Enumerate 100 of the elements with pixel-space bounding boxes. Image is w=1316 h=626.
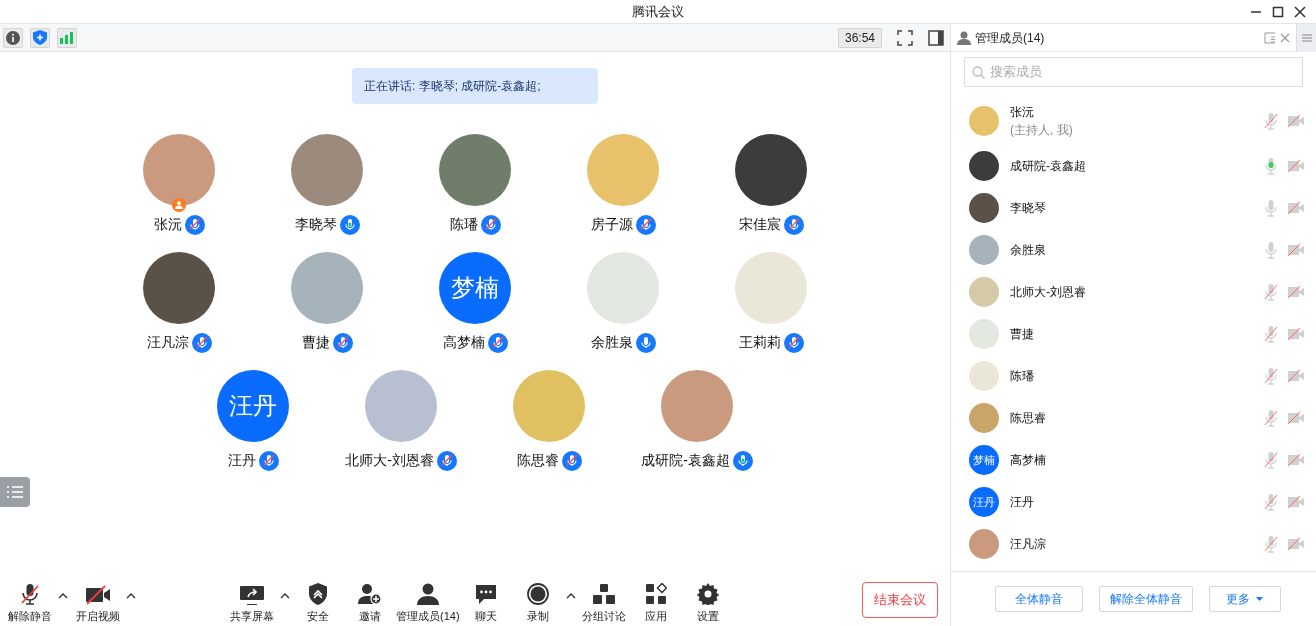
participant-name: 房子源 bbox=[590, 215, 633, 234]
member-name: 曹捷 bbox=[1010, 326, 1035, 343]
avatar-photo-placeholder bbox=[969, 235, 999, 265]
toolbar-button[interactable]: 共享屏幕 bbox=[226, 582, 278, 624]
mic-icon[interactable] bbox=[1264, 241, 1278, 259]
mic-muted-icon[interactable] bbox=[1264, 367, 1278, 385]
fullscreen-icon[interactable] bbox=[897, 29, 913, 46]
settings-icon bbox=[696, 582, 719, 605]
toolbar-button[interactable]: 解除静音 bbox=[4, 582, 56, 624]
search-input[interactable]: 搜索成员 bbox=[990, 62, 1295, 82]
toolbar-button[interactable]: 开启视频 bbox=[72, 582, 124, 624]
shield-icon[interactable] bbox=[30, 27, 50, 48]
avatar-photo-placeholder bbox=[969, 403, 999, 433]
menu-button[interactable] bbox=[1296, 23, 1316, 52]
caret-down-icon bbox=[1256, 597, 1263, 601]
video-off-icon[interactable] bbox=[1288, 454, 1304, 466]
close-icon[interactable] bbox=[1294, 6, 1306, 18]
member-row[interactable]: 汪凡淙 bbox=[951, 523, 1316, 565]
panel-button[interactable]: 解除全体静音 bbox=[1098, 586, 1193, 612]
toolbar-button[interactable]: 录制 bbox=[511, 582, 564, 624]
mic-muted-icon[interactable] bbox=[1264, 409, 1278, 427]
member-row[interactable]: 李晓琴 bbox=[951, 187, 1316, 229]
member-row[interactable]: 余胜泉 bbox=[951, 229, 1316, 271]
participant-name: 高梦楠 bbox=[442, 333, 485, 352]
member-name: 高梦楠 bbox=[1010, 452, 1047, 469]
caret-icon[interactable] bbox=[126, 592, 136, 599]
video-off-icon[interactable] bbox=[1288, 286, 1304, 298]
member-row[interactable]: 北师大-刘恩睿 bbox=[951, 271, 1316, 313]
mic-muted-icon[interactable] bbox=[1264, 112, 1278, 130]
video-off-icon[interactable] bbox=[1288, 202, 1304, 214]
mic-muted-icon[interactable] bbox=[1264, 325, 1278, 343]
mic-icon[interactable] bbox=[1264, 157, 1278, 175]
member-name: 陈思睿 bbox=[1010, 410, 1047, 427]
participant-name: 宋佳宸 bbox=[738, 215, 781, 234]
mic-muted-icon bbox=[19, 582, 41, 605]
avatar-photo-placeholder bbox=[969, 529, 999, 559]
mic-muted-icon[interactable] bbox=[1264, 493, 1278, 511]
panel-button[interactable]: 全体静音 bbox=[994, 586, 1083, 612]
video-off-icon bbox=[85, 584, 111, 605]
participant-name: 陈璠 bbox=[449, 215, 478, 234]
participant-name: 王莉莉 bbox=[738, 333, 781, 352]
caret-icon[interactable] bbox=[280, 592, 290, 599]
meeting-timer: 36:54 bbox=[837, 27, 882, 48]
video-off-icon[interactable] bbox=[1288, 160, 1304, 172]
member-name: 汪凡淙 bbox=[1010, 536, 1047, 553]
mic-muted-icon[interactable] bbox=[1264, 451, 1278, 469]
search-field[interactable]: 搜索成员 bbox=[964, 57, 1303, 87]
caret-icon[interactable] bbox=[565, 592, 576, 599]
toolbar-button[interactable]: 应用 bbox=[629, 582, 682, 624]
mic-muted-icon[interactable] bbox=[1264, 283, 1278, 301]
toolbar-button[interactable]: 设置 bbox=[681, 582, 734, 624]
member-row[interactable]: 陈璠 bbox=[951, 355, 1316, 397]
avatar-photo-placeholder bbox=[969, 151, 999, 181]
toolbar-button[interactable]: 聊天 bbox=[459, 582, 512, 624]
video-off-icon[interactable] bbox=[1288, 328, 1304, 340]
window-title: 腾讯会议 bbox=[632, 2, 684, 21]
video-off-icon[interactable] bbox=[1288, 496, 1304, 508]
sidebar-toggle-icon[interactable] bbox=[928, 29, 944, 46]
member-name: 成研院-袁鑫超 bbox=[1010, 158, 1087, 175]
list-icon bbox=[7, 486, 23, 498]
member-name: 张沅 bbox=[1010, 104, 1035, 121]
toolbar-button[interactable]: 安全 bbox=[292, 582, 344, 624]
invite-user-icon bbox=[358, 582, 382, 605]
member-row[interactable]: 张沅 (主持人, 我) bbox=[951, 97, 1316, 145]
toolbar-button[interactable]: 邀请 bbox=[344, 582, 396, 624]
maximize-icon[interactable] bbox=[1272, 6, 1284, 18]
end-meeting-button[interactable]: 结束会议 bbox=[862, 582, 938, 618]
info-icon[interactable] bbox=[3, 27, 23, 48]
caret-icon[interactable] bbox=[58, 592, 68, 599]
video-off-icon[interactable] bbox=[1288, 244, 1304, 256]
video-off-icon[interactable] bbox=[1288, 115, 1304, 127]
participant-name: 陈思睿 bbox=[516, 451, 559, 470]
member-name: 汪丹 bbox=[1010, 494, 1035, 511]
participant-name: 北师大-刘恩睿 bbox=[345, 451, 434, 470]
toolbar-button[interactable]: 分组讨论 bbox=[577, 582, 630, 624]
popout-icon[interactable] bbox=[1264, 31, 1276, 44]
mic-muted-icon[interactable] bbox=[1264, 535, 1278, 553]
video-off-icon[interactable] bbox=[1288, 412, 1304, 424]
member-row[interactable]: 陈思睿 bbox=[951, 397, 1316, 439]
list-view-button[interactable] bbox=[0, 477, 30, 507]
avatar-photo-placeholder bbox=[969, 193, 999, 223]
member-row[interactable]: 曹捷 bbox=[951, 313, 1316, 355]
panel-title: 管理成员(14) bbox=[975, 29, 1045, 47]
video-off-icon[interactable] bbox=[1288, 538, 1304, 550]
chat-icon bbox=[474, 582, 497, 605]
signal-icon[interactable] bbox=[57, 27, 77, 48]
member-name: 北师大-刘恩睿 bbox=[1010, 284, 1087, 301]
search-icon bbox=[972, 65, 985, 79]
avatar-photo-placeholder bbox=[969, 106, 999, 136]
toolbar-button[interactable]: 管理成员(14) bbox=[396, 582, 460, 624]
initials-avatar: 梦楠 bbox=[439, 252, 511, 324]
speaking-banner: 正在讲话: 李晓琴; 成研院-袁鑫超; bbox=[352, 68, 598, 104]
member-row[interactable]: 成研院-袁鑫超 bbox=[951, 145, 1316, 187]
mic-icon[interactable] bbox=[1264, 199, 1278, 217]
member-row[interactable]: 汪丹 汪丹 bbox=[951, 481, 1316, 523]
member-name: 陈璠 bbox=[1010, 368, 1035, 385]
more-dropdown-button[interactable]: 更多 bbox=[1208, 586, 1281, 612]
video-off-icon[interactable] bbox=[1288, 370, 1304, 382]
member-row[interactable]: 梦楠 高梦楠 bbox=[951, 439, 1316, 481]
participant-name: 曹捷 bbox=[301, 333, 330, 352]
